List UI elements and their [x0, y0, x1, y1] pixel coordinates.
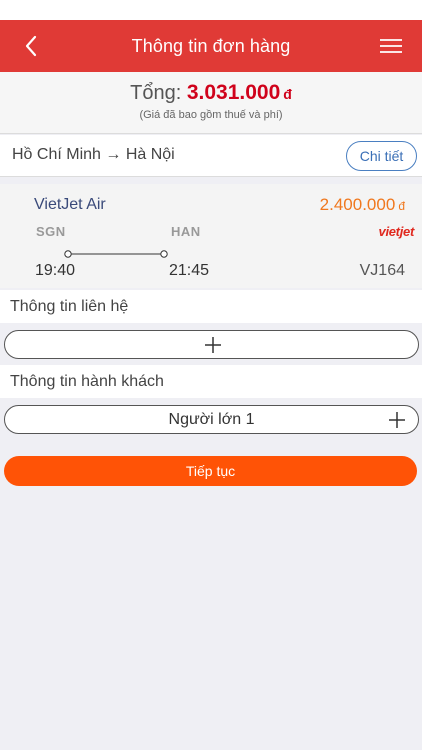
flight-number: VJ164 — [359, 262, 405, 279]
flight-price-amount: 2.400.000 — [319, 195, 396, 214]
total-currency: đ — [283, 86, 292, 102]
chevron-left-icon[interactable] — [18, 32, 46, 60]
airline-name: VietJet Air — [34, 196, 106, 213]
flight-price-currency: đ — [398, 199, 405, 213]
vietjet-logo: vietjet — [378, 224, 415, 239]
flight-route-line-icon — [64, 250, 168, 258]
tax-note: (Giá đã bao gồm thuế và phí) — [139, 109, 283, 121]
total-amount: 3.031.000 — [186, 81, 281, 104]
hamburger-menu-icon[interactable] — [378, 34, 404, 58]
route-text: Hồ Chí Minh → Hà Nội — [12, 146, 175, 163]
status-bar — [0, 0, 422, 20]
passenger-adult-1-button[interactable]: Người lớn 1 — [4, 405, 419, 434]
total-line: Tổng: 3.031.000 đ — [0, 81, 422, 105]
origin-code: SGN — [36, 224, 66, 239]
flight-price: 2.400.000 đ — [320, 195, 405, 215]
plus-icon — [389, 412, 405, 428]
arrival-time: 21:45 — [169, 262, 210, 279]
total-label: Tổng: — [130, 82, 182, 104]
plus-icon — [205, 337, 221, 353]
destination-code: HAN — [171, 224, 201, 239]
top-nav-bar: Thông tin đơn hàng — [0, 20, 422, 72]
page-title: Thông tin đơn hàng — [131, 35, 291, 56]
detail-button[interactable]: Chi tiết — [346, 141, 417, 171]
flight-card: VietJet Air 2.400.000 đ SGN HAN vietjet 1… — [0, 184, 422, 288]
passenger-label: Người lớn 1 — [168, 410, 255, 428]
continue-button[interactable]: Tiếp tục — [4, 456, 417, 486]
departure-time: 19:40 — [35, 262, 76, 279]
passenger-section-label: Thông tin hành khách — [0, 365, 422, 398]
order-total-panel: Tổng: 3.031.000 đ (Giá đã bao gồm thuế và… — [0, 72, 422, 134]
add-contact-button[interactable] — [4, 330, 419, 359]
contact-section-label: Thông tin liên hệ — [0, 290, 422, 323]
route-bar: Hồ Chí Minh → Hà Nội Chi tiết — [0, 135, 422, 177]
